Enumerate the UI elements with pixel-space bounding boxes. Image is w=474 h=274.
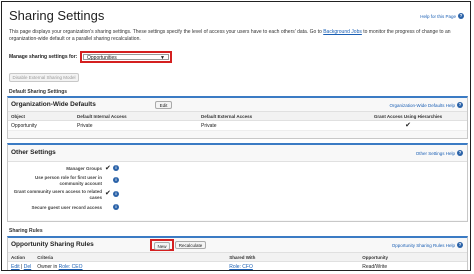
edit-defaults-button[interactable]: Edit: [155, 101, 172, 109]
cell-external-access: Private: [198, 120, 349, 131]
info-icon[interactable]: i: [113, 177, 119, 183]
new-button-highlight: New: [150, 239, 174, 251]
info-icon[interactable]: i: [113, 204, 119, 210]
table-row: Opportunity Private Private ✔: [8, 120, 467, 131]
help-icon[interactable]: ?: [457, 102, 463, 108]
object-select[interactable]: Opportunities ▼: [83, 54, 169, 61]
other-settings-body: Manager Groups ✔ i Use person role for f…: [8, 161, 467, 220]
cell-criteria: Owner in Role: CEO: [34, 261, 227, 270]
column-header-internal-access: Default Internal Access: [74, 111, 198, 121]
column-header-action: Action: [8, 252, 35, 262]
column-header-shared-with: Shared With: [226, 252, 360, 262]
help-icon[interactable]: ?: [457, 242, 463, 248]
opportunity-sharing-rules-panel: Opportunity Sharing Rules New Recalculat…: [7, 236, 468, 270]
cell-opportunity-access: Read/Write: [359, 261, 467, 270]
edit-rule-link[interactable]: Edit: [11, 264, 20, 270]
org-wide-defaults-table: Object Default Internal Access Default E…: [8, 111, 467, 131]
other-settings-help-label[interactable]: Other Settings Help: [416, 151, 455, 156]
org-wide-defaults-title: Organization-Wide Defaults: [11, 101, 96, 108]
table-header-row: Action Criteria Shared With Opportunity: [8, 252, 467, 262]
opportunity-sharing-rules-title: Opportunity Sharing Rules: [11, 241, 94, 248]
other-settings-panel: Other Settings Other Settings Help ? Man…: [7, 143, 468, 222]
column-header-object: Object: [8, 111, 74, 121]
sharing-rules-table: Action Criteria Shared With Opportunity …: [8, 252, 467, 270]
org-wide-defaults-help-link[interactable]: Organization-Wide Defaults Help ?: [389, 102, 463, 108]
page-description: This page displays your organization's s…: [9, 29, 464, 42]
table-row: Edit | Del Owner in Role: CEO Role: CFO …: [8, 261, 467, 270]
shared-with-role-link[interactable]: Role: CFO: [229, 264, 253, 270]
table-header-row: Object Default Internal Access Default E…: [8, 111, 467, 121]
cell-internal-access: Private: [74, 120, 198, 131]
cell-action: Edit | Del: [8, 261, 35, 270]
checkmark-icon: ✔: [105, 165, 111, 172]
setting-label: Grant community users access to related …: [13, 189, 102, 200]
recalculate-button[interactable]: Recalculate: [175, 241, 206, 249]
info-icon[interactable]: i: [113, 165, 119, 171]
background-jobs-link[interactable]: Background Jobs: [323, 29, 362, 35]
column-header-opportunity: Opportunity: [359, 252, 467, 262]
setting-label: Use person role for first user in commun…: [34, 175, 102, 186]
opportunity-sharing-rules-help-label[interactable]: Opportunity Sharing Rules Help: [392, 243, 455, 248]
org-wide-defaults-help-label[interactable]: Organization-Wide Defaults Help: [389, 103, 455, 108]
help-link-label[interactable]: Help for this Page: [420, 14, 456, 19]
column-header-grant-access: Grant Access Using Hierarchies: [349, 111, 467, 121]
org-wide-defaults-header: Organization-Wide Defaults Edit Organiza…: [8, 98, 467, 111]
checkmark-icon: ✔: [405, 121, 411, 129]
checkmark-icon: ✔: [105, 190, 111, 197]
page-title: Sharing Settings: [9, 8, 105, 23]
help-icon[interactable]: ?: [458, 13, 464, 19]
object-select-value: Opportunities: [87, 55, 117, 61]
disable-external-sharing-button[interactable]: Disable External Sharing Model: [9, 73, 79, 82]
description-text-start: This page displays your organization's s…: [9, 29, 324, 35]
other-settings-header: Other Settings Other Settings Help ?: [8, 145, 467, 161]
manage-sharing-label: Manage sharing settings for:: [9, 54, 78, 60]
info-icon[interactable]: i: [113, 191, 119, 197]
help-for-page-link[interactable]: Help for this Page ?: [420, 13, 464, 19]
other-settings-help-link[interactable]: Other Settings Help ?: [416, 150, 463, 156]
cell-object: Opportunity: [8, 120, 74, 131]
setting-label: Manager Groups: [66, 166, 102, 171]
sharing-rules-label: Sharing Rules: [9, 228, 43, 234]
help-icon[interactable]: ?: [457, 150, 463, 156]
delete-rule-link[interactable]: Del: [24, 264, 32, 270]
sharing-settings-page: Sharing Settings Help for this Page ? Th…: [1, 1, 471, 271]
criteria-role-link[interactable]: Role: CEO: [59, 264, 83, 270]
column-header-criteria: Criteria: [34, 252, 227, 262]
new-rule-button[interactable]: New: [154, 242, 170, 250]
other-settings-title: Other Settings: [11, 149, 56, 156]
criteria-prefix: Owner in: [37, 263, 59, 270]
opportunity-sharing-rules-header: Opportunity Sharing Rules New Recalculat…: [8, 238, 467, 252]
object-select-highlight: Opportunities ▼: [80, 51, 172, 63]
org-wide-defaults-panel: Organization-Wide Defaults Edit Organiza…: [7, 96, 468, 139]
default-sharing-settings-label: Default Sharing Settings: [9, 89, 68, 95]
chevron-down-icon[interactable]: ▼: [160, 55, 165, 61]
cell-shared-with: Role: CFO: [226, 261, 360, 270]
column-header-external-access: Default External Access: [198, 111, 349, 121]
setting-label: Secure guest user record access: [31, 205, 102, 210]
opportunity-sharing-rules-help-link[interactable]: Opportunity Sharing Rules Help ?: [392, 242, 463, 248]
